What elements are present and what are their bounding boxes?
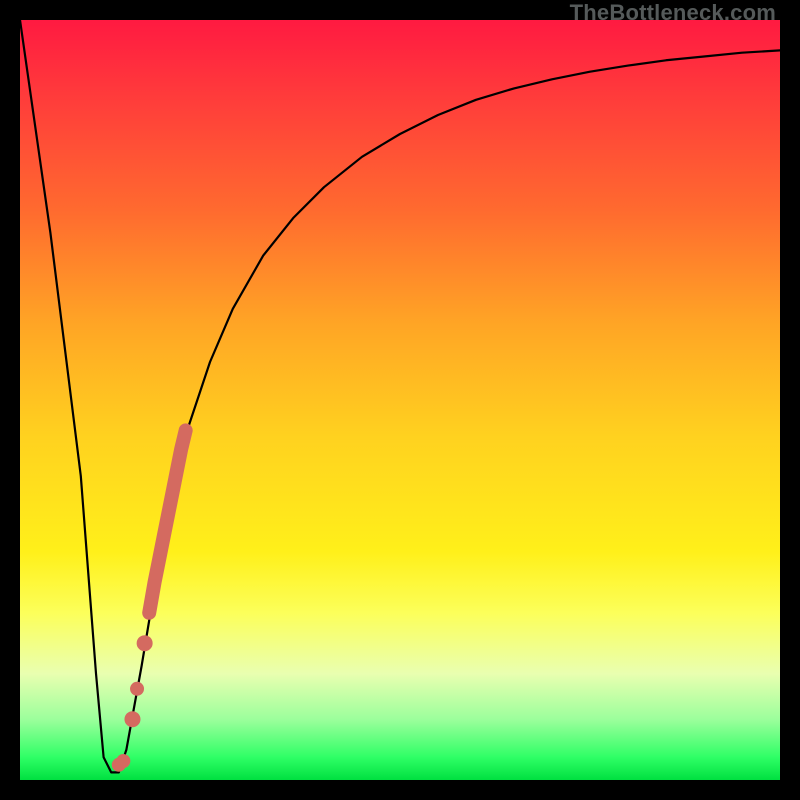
highlight-dot — [137, 635, 153, 651]
highlight-markers — [112, 430, 186, 771]
highlight-thick-segment — [149, 430, 185, 612]
watermark-text: TheBottleneck.com — [570, 0, 776, 26]
highlight-dot — [116, 754, 130, 768]
highlight-dot — [124, 711, 140, 727]
bottleneck-curve — [20, 20, 780, 772]
highlight-dot — [130, 682, 144, 696]
chart-frame: TheBottleneck.com — [0, 0, 800, 800]
chart-svg — [20, 20, 780, 780]
plot-area — [20, 20, 780, 780]
